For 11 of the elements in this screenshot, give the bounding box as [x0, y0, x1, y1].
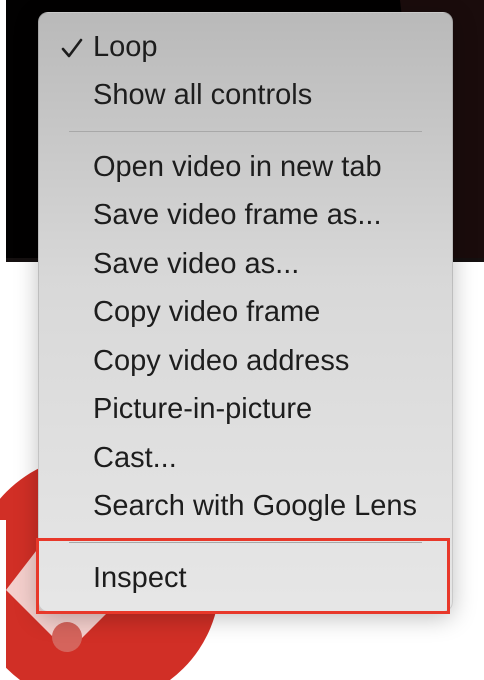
menu-item[interactable]: Search with Google Lens [93, 490, 418, 524]
menu-item[interactable]: Loop [93, 30, 158, 64]
menu-item[interactable]: Cast... [93, 442, 177, 475]
menu-item[interactable]: Open video in new tab [93, 150, 382, 184]
menu-item[interactable]: Save video as... [93, 248, 300, 281]
menu-item[interactable]: Show all controls [93, 79, 312, 112]
menu-item[interactable]: Picture-in-picture [93, 393, 312, 426]
menu-item[interactable]: Inspect [93, 562, 186, 595]
menu-item[interactable]: Copy video address [93, 344, 350, 378]
menu-item[interactable]: Save video frame as... [93, 199, 382, 232]
menu-item[interactable]: Copy video frame [93, 296, 320, 330]
